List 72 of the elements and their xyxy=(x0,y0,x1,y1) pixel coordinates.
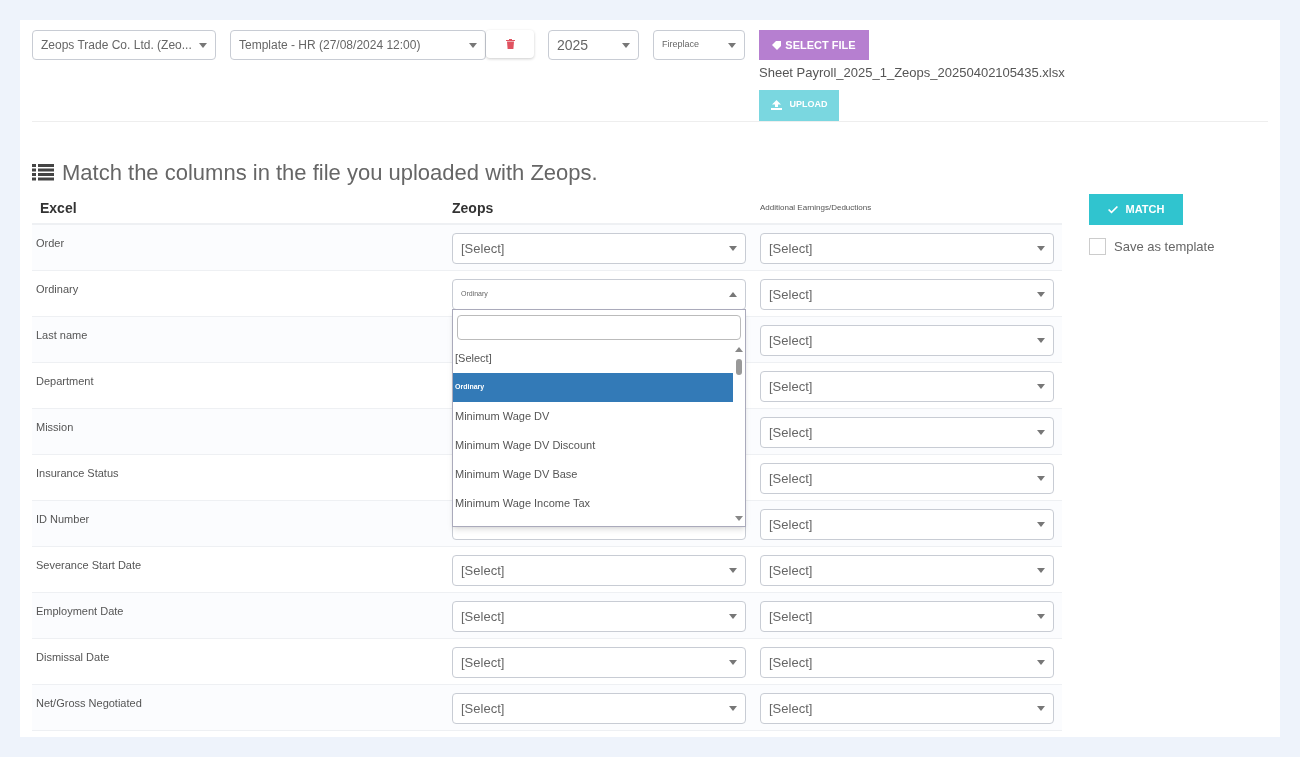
additional-select[interactable]: [Select] xyxy=(760,325,1054,356)
company-select[interactable]: Zeops Trade Co. Ltd. (Zeo... xyxy=(32,30,216,60)
delete-button[interactable] xyxy=(486,30,534,58)
additional-select[interactable]: [Select] xyxy=(760,555,1054,586)
dropdown-option[interactable]: [Select] xyxy=(453,344,733,373)
caret-icon xyxy=(729,568,737,573)
list-icon xyxy=(32,164,54,181)
caret-icon xyxy=(199,42,207,48)
zeops-select[interactable]: [Select] xyxy=(452,693,746,724)
excel-column-name: Last name xyxy=(35,328,89,343)
dropdown-option[interactable]: Minimum Wage Income Tax xyxy=(453,489,733,518)
excel-column-name: Severance Start Date xyxy=(35,558,143,573)
upload-icon xyxy=(770,100,782,110)
excel-column-name: Mission xyxy=(35,420,75,435)
template-select[interactable]: Template - HR (27/08/2024 12:00) xyxy=(230,30,486,60)
excel-column-name: Ordinary xyxy=(35,282,80,297)
caret-icon xyxy=(729,292,737,297)
year-select[interactable]: 2025 xyxy=(548,30,639,60)
caret-icon xyxy=(1037,522,1045,527)
caret-icon xyxy=(729,706,737,711)
column-header: Excel xyxy=(39,198,78,218)
location-select[interactable]: Fireplace xyxy=(653,30,745,60)
caret-icon xyxy=(1037,476,1045,481)
page-heading: Match the columns in the file you uploaded with Zeops. xyxy=(62,159,598,187)
column-header: Zeops xyxy=(452,198,495,218)
caret-icon xyxy=(1037,246,1045,251)
caret-icon xyxy=(469,42,477,48)
caret-icon xyxy=(1037,568,1045,573)
caret-icon xyxy=(1037,660,1045,665)
select-file-button[interactable]: SELECT FILE xyxy=(759,30,869,60)
caret-icon xyxy=(729,246,737,251)
check-icon xyxy=(1107,205,1118,214)
caret-icon xyxy=(728,42,736,48)
additional-select[interactable]: [Select] xyxy=(760,417,1054,448)
additional-select[interactable]: [Select] xyxy=(760,693,1054,724)
excel-column-name: Net/Gross Negotiated xyxy=(35,696,143,711)
caret-icon xyxy=(1037,292,1045,297)
caret-icon xyxy=(1037,706,1045,711)
tag-icon xyxy=(772,40,782,50)
excel-column-name: Order xyxy=(35,236,66,251)
search-field[interactable] xyxy=(457,315,741,340)
additional-select[interactable]: [Select] xyxy=(760,647,1054,678)
file-name: Sheet Payroll_2025_1_Zeops_20250402105435.xlsx xyxy=(759,64,1065,82)
zeops-select[interactable]: [Select] xyxy=(452,555,746,586)
additional-select[interactable]: [Select] xyxy=(760,601,1054,632)
additional-select[interactable]: [Select] xyxy=(760,463,1054,494)
excel-column-name: Dismissal Date xyxy=(35,650,111,665)
additional-select[interactable]: [Select] xyxy=(760,509,1054,540)
caret-icon xyxy=(729,614,737,619)
additional-select[interactable]: [Select] xyxy=(760,279,1054,310)
caret-icon xyxy=(622,42,630,48)
zeops-select[interactable]: [Select] xyxy=(452,647,746,678)
caret-icon xyxy=(1037,384,1045,389)
caret-icon xyxy=(729,660,737,665)
additional-select[interactable]: [Select] xyxy=(760,233,1054,264)
additional-select[interactable]: [Select] xyxy=(760,371,1054,402)
caret-icon xyxy=(1037,338,1045,343)
zeops-select[interactable]: [Select] xyxy=(452,601,746,632)
dropdown-option[interactable]: Minimum Wage DV Base xyxy=(453,460,733,489)
trash-icon xyxy=(505,39,515,49)
excel-column-name: Insurance Status xyxy=(35,466,120,481)
zeops-select[interactable]: [Select] xyxy=(452,233,746,264)
excel-column-name: Employment Date xyxy=(35,604,125,619)
dropdown-option[interactable]: Minimum Wage DV Discount xyxy=(453,431,733,460)
checkbox[interactable] xyxy=(1089,238,1106,256)
dropdown-option[interactable]: Minimum Wage DV xyxy=(453,402,733,431)
column-header: Additional Earnings/Deductions xyxy=(760,202,872,214)
checkbox-label: Save as template xyxy=(1114,238,1215,256)
caret-icon xyxy=(1037,430,1045,435)
excel-column-name: ID Number xyxy=(35,512,91,527)
excel-column-name: Department xyxy=(35,374,95,389)
caret-icon xyxy=(1037,614,1045,619)
